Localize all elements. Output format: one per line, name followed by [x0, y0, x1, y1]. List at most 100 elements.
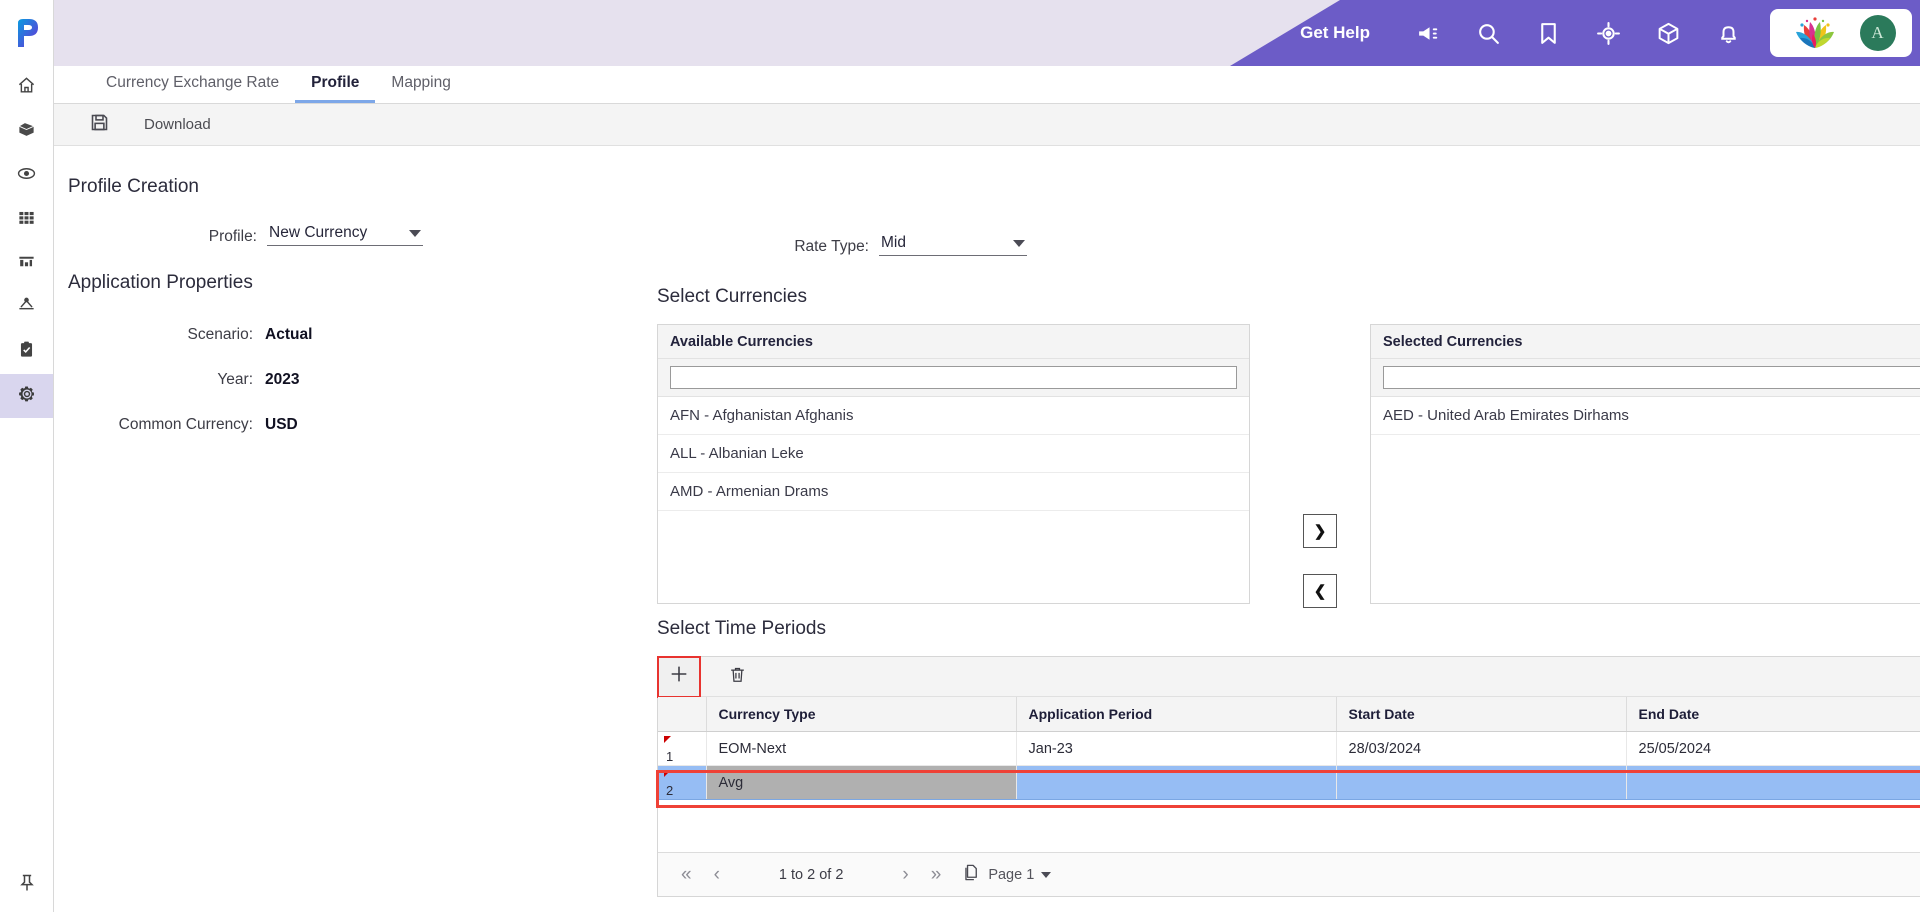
cube-icon[interactable]: [1638, 0, 1698, 66]
page-label: Page 1: [988, 866, 1035, 883]
floppy-disk-icon: [89, 112, 110, 138]
common-currency-value: USD: [265, 416, 298, 433]
cell-start-date[interactable]: [1336, 765, 1627, 800]
application-properties-rows: Scenario: Actual Year: 2023 Common Curre…: [68, 326, 313, 434]
available-currencies-search-input[interactable]: [670, 366, 1237, 389]
col-rownum: [658, 697, 707, 732]
table-row[interactable]: 1 EOM-Next Jan-23 28/03/2024 25/05/2024: [658, 731, 1920, 766]
tab-currency-exchange-rate[interactable]: Currency Exchange Rate: [90, 66, 295, 103]
lotus-logo-icon: [1787, 13, 1843, 54]
home-icon: [17, 76, 36, 100]
first-page-button[interactable]: «: [672, 865, 701, 884]
col-currency-type[interactable]: Currency Type: [706, 697, 1017, 732]
target-icon[interactable]: [1578, 0, 1638, 66]
last-page-button[interactable]: »: [922, 865, 951, 884]
main-content: Currency Exchange Rate Profile Mapping D…: [54, 66, 1920, 912]
cell-application-period[interactable]: [1016, 765, 1337, 800]
chevron-right-icon: ❯: [1313, 523, 1327, 540]
action-toolbar: Download: [54, 104, 1920, 146]
search-icon[interactable]: [1458, 0, 1518, 66]
cell-end-date[interactable]: 25/05/2024: [1626, 731, 1920, 766]
profile-select-value: New Currency: [269, 224, 368, 241]
avatar[interactable]: A: [1859, 15, 1896, 51]
cell-currency-type[interactable]: EOM-Next: [706, 731, 1017, 766]
app-logo[interactable]: [0, 0, 53, 66]
sidebar-item-reports[interactable]: [0, 242, 53, 286]
app-prop-row: Scenario: Actual: [68, 326, 313, 344]
time-periods-grid: Currency Type Application Period Start D…: [656, 655, 1920, 897]
chevron-down-icon: [409, 229, 421, 237]
cell-application-period[interactable]: Jan-23: [1016, 731, 1337, 766]
select-time-periods-title: Select Time Periods: [657, 618, 826, 639]
move-left-button[interactable]: ❮: [1303, 574, 1337, 608]
next-page-button[interactable]: ›: [893, 865, 917, 884]
col-end-date[interactable]: End Date: [1626, 697, 1920, 732]
selected-currencies-search: [1371, 359, 1920, 397]
app-prop-row: Common Currency: USD: [68, 416, 312, 434]
selected-currencies-header: Selected Currencies: [1371, 325, 1920, 359]
header-actions: Get Help A: [1300, 0, 1920, 66]
selected-currencies-list: AED - United Arab Emirates Dirhams: [1371, 397, 1920, 435]
col-application-period[interactable]: Application Period: [1016, 697, 1337, 732]
prev-page-button[interactable]: ‹: [705, 865, 729, 884]
rate-type-label: Rate Type:: [794, 238, 869, 255]
bar-chart-icon: [17, 252, 36, 276]
scenario-value: Actual: [265, 326, 313, 343]
left-rail: [0, 0, 54, 912]
chevron-down-icon: [1041, 871, 1052, 878]
time-periods-table: Currency Type Application Period Start D…: [658, 697, 1920, 800]
selected-currencies-search-input[interactable]: [1383, 366, 1920, 389]
download-button[interactable]: Download: [144, 116, 211, 133]
cell-currency-type[interactable]: Avg: [706, 765, 1017, 800]
tab-mapping[interactable]: Mapping: [375, 66, 466, 103]
top-header-bar: Get Help A: [0, 0, 1920, 66]
grid-toolbar: [657, 655, 1920, 698]
row-flag-icon: [664, 736, 671, 743]
sidebar-item-eye[interactable]: [0, 154, 53, 198]
clipboard-check-icon: [17, 340, 36, 364]
list-item[interactable]: AFN - Afghanistan Afghanis: [658, 397, 1249, 435]
bell-icon[interactable]: [1698, 0, 1758, 66]
chevron-left-icon: ❮: [1313, 583, 1327, 600]
common-currency-label: Common Currency:: [118, 416, 253, 433]
sidebar-item-hierarchy[interactable]: [0, 286, 53, 330]
tab-bar: Currency Exchange Rate Profile Mapping: [54, 66, 1920, 104]
application-properties-title: Application Properties: [68, 272, 253, 293]
sidebar-item-home[interactable]: [0, 66, 53, 110]
profile-select[interactable]: New Currency: [267, 224, 423, 246]
cell-start-date[interactable]: 28/03/2024: [1336, 731, 1627, 766]
select-currencies-title: Select Currencies: [657, 286, 807, 307]
delete-row-button[interactable]: [716, 657, 758, 697]
save-button[interactable]: [76, 112, 122, 138]
sidebar-item-tasks[interactable]: [0, 330, 53, 374]
cube-icon: [17, 120, 36, 144]
sidebar-item-settings[interactable]: [0, 374, 53, 418]
available-currencies-list: AFN - Afghanistan Afghanis ALL - Albania…: [658, 397, 1249, 511]
list-item[interactable]: ALL - Albanian Leke: [658, 435, 1249, 473]
pin-button[interactable]: [0, 873, 54, 898]
year-value: 2023: [265, 371, 300, 388]
get-help-link[interactable]: Get Help: [1300, 23, 1370, 43]
list-item[interactable]: AMD - Armenian Drams: [658, 473, 1249, 511]
tab-profile[interactable]: Profile: [295, 66, 376, 103]
rate-type-select[interactable]: Mid: [879, 234, 1027, 256]
pagination-count: 1 to 2 of 2: [778, 866, 844, 883]
add-row-button[interactable]: [657, 655, 701, 698]
cell-end-date[interactable]: [1626, 765, 1920, 800]
eye-icon: [17, 164, 36, 188]
row-number: 1: [666, 749, 674, 764]
page-selector[interactable]: Page 1: [962, 863, 1052, 886]
col-start-date[interactable]: Start Date: [1336, 697, 1627, 732]
form-body: Profile Creation Profile: New Currency A…: [54, 146, 1920, 912]
bookmark-icon[interactable]: [1518, 0, 1578, 66]
table-row[interactable]: 2 Avg: [658, 765, 1920, 800]
list-item[interactable]: AED - United Arab Emirates Dirhams: [1371, 397, 1920, 435]
megaphone-icon[interactable]: [1398, 0, 1458, 66]
move-right-button[interactable]: ❯: [1303, 514, 1337, 548]
hierarchy-icon: [17, 296, 36, 320]
available-currencies-header: Available Currencies: [658, 325, 1249, 359]
trash-icon: [728, 665, 747, 689]
sidebar-item-cube[interactable]: [0, 110, 53, 154]
sidebar-item-grid[interactable]: [0, 198, 53, 242]
plus-icon: [668, 663, 690, 690]
